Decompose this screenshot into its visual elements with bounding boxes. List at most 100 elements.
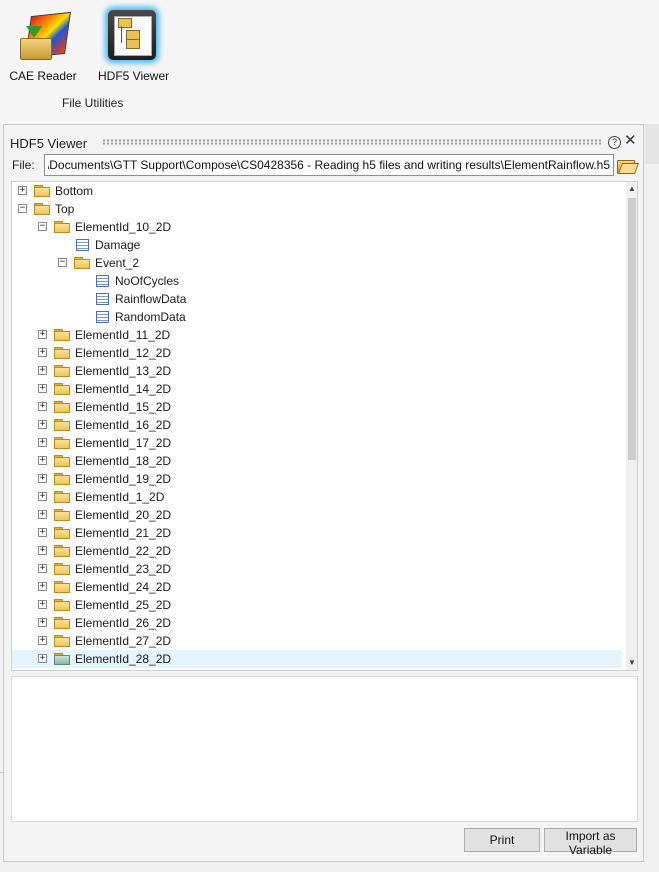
dataset-icon <box>76 239 89 251</box>
tree-row-label: ElementId_1_2D <box>75 490 165 504</box>
tree-folder-row[interactable]: + ElementId_27_2D <box>12 632 622 650</box>
expand-icon[interactable]: + <box>38 636 47 645</box>
dataset-icon <box>96 311 109 323</box>
expand-icon[interactable]: + <box>38 456 47 465</box>
tree-row-label: ElementId_21_2D <box>75 526 172 540</box>
tree-row-label: RandomData <box>115 310 186 324</box>
tree-folder-row[interactable]: + ElementId_13_2D <box>12 362 622 380</box>
close-icon[interactable]: ✕ <box>624 133 637 149</box>
cae-reader-icon[interactable] <box>16 8 71 62</box>
expand-icon[interactable]: + <box>38 546 47 555</box>
collapse-icon[interactable]: − <box>58 258 67 267</box>
cae-reader-tool[interactable]: CAE Reader <box>8 8 78 83</box>
panel-drag-handle[interactable] <box>102 139 602 145</box>
folder-icon <box>54 383 70 395</box>
expand-icon[interactable]: + <box>38 420 47 429</box>
tree-row-label: ElementId_24_2D <box>75 580 172 594</box>
folder-icon <box>54 509 70 521</box>
folder-icon <box>54 599 70 611</box>
tree-folder-row[interactable]: + ElementId_26_2D <box>12 614 622 632</box>
expand-icon[interactable]: + <box>38 492 47 501</box>
expand-icon[interactable]: + <box>38 654 47 663</box>
hdf5-tree-view[interactable]: + ElementId_28_2D + ElementId_27_2D + Element… <box>11 181 638 671</box>
tree-row-label: ElementId_10_2D <box>75 220 172 234</box>
tree-row-label: ElementId_15_2D <box>75 400 172 414</box>
tree-row-label: ElementId_13_2D <box>75 364 172 378</box>
scroll-thumb[interactable] <box>628 198 636 460</box>
file-path-field[interactable] <box>44 154 614 176</box>
help-icon[interactable]: ? <box>608 136 621 149</box>
import-as-variable-button[interactable]: Import as Variable <box>544 828 637 857</box>
tree-dataset-row[interactable]: NoOfCycles <box>12 272 622 290</box>
folder-icon <box>54 347 70 359</box>
tree-dataset-row[interactable]: RandomData <box>12 308 622 326</box>
file-label: File: <box>12 158 35 172</box>
expand-icon[interactable]: + <box>18 186 27 195</box>
background-strip <box>645 124 659 164</box>
tree-dataset-row[interactable]: RainflowData <box>12 290 622 308</box>
scroll-up-icon[interactable]: ▲ <box>626 182 637 196</box>
folder-icon <box>54 419 70 431</box>
tree-folder-row[interactable]: + ElementId_22_2D <box>12 542 622 560</box>
tree-folder-row[interactable]: + ElementId_23_2D <box>12 560 622 578</box>
tree-folder-row[interactable]: − Event_2 <box>12 254 622 272</box>
tree-row-label: ElementId_18_2D <box>75 454 172 468</box>
tree-folder-row[interactable]: + ElementId_18_2D <box>12 452 622 470</box>
expand-icon[interactable]: + <box>38 330 47 339</box>
tree-folder-row[interactable]: + ElementId_20_2D <box>12 506 622 524</box>
tree-row-label: ElementId_20_2D <box>75 508 172 522</box>
browse-folder-icon[interactable] <box>617 158 640 174</box>
print-button[interactable]: Print <box>464 828 540 852</box>
tree-folder-row[interactable]: + ElementId_12_2D <box>12 344 622 362</box>
tree-folder-row[interactable]: + ElementId_21_2D <box>12 524 622 542</box>
expand-icon[interactable]: + <box>38 366 47 375</box>
folder-icon <box>54 473 70 485</box>
tree-folder-row[interactable]: + ElementId_19_2D <box>12 470 622 488</box>
collapse-icon[interactable]: − <box>18 204 27 213</box>
expand-icon[interactable]: + <box>38 348 47 357</box>
tree-folder-row[interactable]: − ElementId_10_2D <box>12 218 622 236</box>
tree-row-label: ElementId_17_2D <box>75 436 172 450</box>
expand-icon[interactable]: + <box>38 474 47 483</box>
tree-folder-row[interactable]: + ElementId_28_2D <box>12 650 622 668</box>
folder-icon <box>54 653 70 665</box>
folder-icon <box>54 617 70 629</box>
tree-folder-row[interactable]: + ElementId_15_2D <box>12 398 622 416</box>
hdf5-viewer-tool[interactable]: HDF5 Viewer <box>98 8 170 83</box>
tree-row-label: ElementId_12_2D <box>75 346 172 360</box>
tree-folder-row[interactable]: + ElementId_24_2D <box>12 578 622 596</box>
expand-icon[interactable]: + <box>38 384 47 393</box>
expand-icon[interactable]: + <box>38 618 47 627</box>
expand-icon[interactable]: + <box>38 582 47 591</box>
tree-folder-row[interactable]: + ElementId_11_2D <box>12 326 622 344</box>
tree-dataset-row[interactable]: Damage <box>12 236 622 254</box>
folder-icon <box>54 455 70 467</box>
hdf5-viewer-label: HDF5 Viewer <box>98 69 170 83</box>
expand-icon[interactable]: + <box>38 402 47 411</box>
tree-folder-row[interactable]: + ElementId_25_2D <box>12 596 622 614</box>
tree-folder-row[interactable]: + ElementId_14_2D <box>12 380 622 398</box>
tree-folder-row[interactable]: − Top <box>12 200 622 218</box>
tree-folder-row[interactable]: + ElementId_1_2D <box>12 488 622 506</box>
tree-scrollbar[interactable]: ▲ ▼ <box>626 182 637 670</box>
expand-icon[interactable]: + <box>38 600 47 609</box>
folder-icon <box>54 401 70 413</box>
tree-folder-row[interactable]: + ElementId_16_2D <box>12 416 622 434</box>
hdf5-viewer-icon[interactable] <box>106 8 160 62</box>
collapse-icon[interactable]: − <box>38 222 47 231</box>
tree-row-label: ElementId_26_2D <box>75 616 172 630</box>
tree-row-label: Damage <box>95 238 141 252</box>
folder-icon <box>54 581 70 593</box>
tree-folder-row[interactable]: + ElementId_17_2D <box>12 434 622 452</box>
expand-icon[interactable]: + <box>38 438 47 447</box>
folder-icon <box>74 257 90 269</box>
tree-folder-row[interactable]: + Bottom <box>12 182 622 200</box>
expand-icon[interactable]: + <box>38 528 47 537</box>
expand-icon[interactable]: + <box>38 564 47 573</box>
tree-row-label: ElementId_22_2D <box>75 544 172 558</box>
tree-row-label: NoOfCycles <box>115 274 180 288</box>
scroll-down-icon[interactable]: ▼ <box>626 656 637 670</box>
folder-icon <box>54 527 70 539</box>
folder-icon <box>54 221 70 233</box>
expand-icon[interactable]: + <box>38 510 47 519</box>
